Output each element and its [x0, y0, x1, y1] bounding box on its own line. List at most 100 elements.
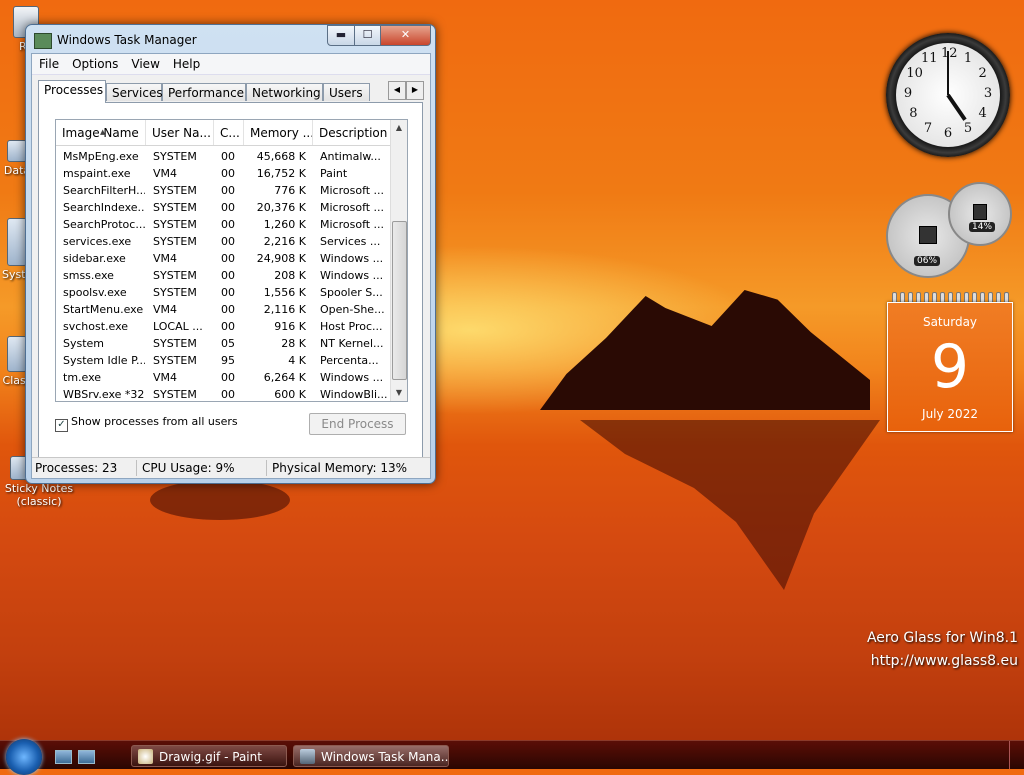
- memory-chip-icon: [973, 204, 987, 220]
- table-row[interactable]: mspaint.exe VM4 00 16,752 K Paint: [56, 165, 390, 182]
- process-name-cell: services.exe: [63, 235, 132, 248]
- scroll-up-arrow[interactable]: ▲: [391, 120, 407, 136]
- clock-numeral: 9: [903, 86, 913, 101]
- process-desc-cell: Paint: [320, 167, 348, 180]
- title-bar[interactable]: Windows Task Manager ▬ ☐ ✕: [26, 25, 435, 53]
- clock-numeral: 7: [923, 120, 933, 136]
- table-row[interactable]: spoolsv.exe SYSTEM 00 1,556 K Spooler S...: [56, 284, 390, 301]
- maximize-button[interactable]: ☐: [354, 25, 381, 46]
- memory-meter-gadget[interactable]: 14%: [948, 182, 1012, 246]
- process-cpu-cell: 00: [221, 167, 235, 180]
- close-button[interactable]: ✕: [380, 25, 431, 46]
- folder-icon: [7, 140, 27, 162]
- start-button[interactable]: [6, 739, 42, 775]
- table-row[interactable]: SearchFilterH... SYSTEM 00 776 K Microsoft .…: [56, 182, 390, 199]
- task-manager-window[interactable]: Windows Task Manager ▬ ☐ ✕ File Options Vi…: [25, 24, 436, 484]
- table-row[interactable]: System SYSTEM 05 28 K NT Kernel...: [56, 335, 390, 352]
- column-memory[interactable]: Memory ...: [244, 120, 313, 145]
- process-user-cell: VM4: [153, 303, 178, 316]
- process-cpu-cell: 95: [221, 354, 235, 367]
- process-name-cell: sidebar.exe: [63, 252, 126, 265]
- menu-bar: File Options View Help: [32, 54, 430, 75]
- column-description[interactable]: Description: [313, 120, 390, 145]
- task-manager-icon: [34, 33, 52, 49]
- table-row[interactable]: svchost.exe LOCAL ... 00 916 K Host Proc...: [56, 318, 390, 335]
- taskbar-item-label: Windows Task Mana...: [321, 750, 449, 764]
- column-cpu[interactable]: C...: [214, 120, 244, 145]
- calendar-weekday: Saturday: [922, 315, 978, 329]
- clock-numeral: 5: [963, 120, 973, 136]
- tab-networking[interactable]: Networking: [246, 83, 323, 101]
- menu-options[interactable]: Options: [65, 54, 124, 71]
- cpu-chip-icon: [919, 226, 937, 244]
- column-user-name[interactable]: User Na...: [146, 120, 214, 145]
- process-user-cell: SYSTEM: [153, 269, 197, 282]
- process-user-cell: SYSTEM: [153, 218, 197, 231]
- task-manager-icon: [300, 749, 315, 764]
- list-scrollbar[interactable]: ▲ ▼: [390, 120, 407, 401]
- show-all-users-option[interactable]: ✓ Show processes from all users: [55, 415, 238, 432]
- process-user-cell: SYSTEM: [153, 184, 197, 197]
- process-cpu-cell: 00: [221, 303, 235, 316]
- system-icon: [7, 218, 27, 266]
- tab-users[interactable]: Users: [323, 83, 370, 101]
- process-list[interactable]: ▲ Image Name User Na... C... Memory ... …: [55, 119, 408, 402]
- process-desc-cell: Percenta...: [320, 354, 379, 367]
- table-row[interactable]: smss.exe SYSTEM 00 208 K Windows ...: [56, 267, 390, 284]
- minimize-button[interactable]: ▬: [327, 25, 355, 46]
- process-name-cell: SearchIndexe...: [63, 201, 145, 214]
- tab-processes[interactable]: Processes: [38, 80, 106, 103]
- process-name-cell: mspaint.exe: [63, 167, 131, 180]
- table-row[interactable]: MsMpEng.exe SYSTEM 00 45,668 K Antimalw...: [56, 148, 390, 165]
- show-all-users-label: Show processes from all users: [71, 415, 238, 428]
- table-row[interactable]: sidebar.exe VM4 00 24,908 K Windows ...: [56, 250, 390, 267]
- process-desc-cell: Windows ...: [320, 371, 384, 384]
- status-cpu: CPU Usage: 9%: [142, 461, 235, 475]
- show-desktop-quicklaunch-icon[interactable]: [55, 750, 72, 764]
- table-row[interactable]: SearchIndexe... SYSTEM 00 20,376 K Microsoft…: [56, 199, 390, 216]
- process-desc-cell: Spooler S...: [320, 286, 383, 299]
- process-desc-cell: Open-She...: [320, 303, 385, 316]
- column-image-name[interactable]: ▲ Image Name: [56, 120, 146, 145]
- table-row[interactable]: WBSrv.exe *32 SYSTEM 00 600 K WindowBli...: [56, 386, 390, 401]
- scrollbar-thumb[interactable]: [392, 221, 407, 380]
- status-memory: Physical Memory: 13%: [272, 461, 408, 475]
- clock-numeral: 6: [943, 126, 953, 141]
- clock-gadget[interactable]: 12 1 2 3 4 5 6 7 8 9 10 11: [886, 33, 1010, 157]
- process-memory-cell: 208 K: [274, 269, 306, 282]
- tab-performance[interactable]: Performance: [162, 83, 246, 101]
- clock-numeral: 11: [921, 51, 938, 67]
- shell-icon: [7, 336, 27, 372]
- end-process-button[interactable]: End Process: [309, 413, 406, 435]
- table-row[interactable]: tm.exe VM4 00 6,264 K Windows ...: [56, 369, 390, 386]
- clock-face: 12 1 2 3 4 5 6 7 8 9 10 11: [896, 43, 1000, 147]
- process-desc-cell: Antimalw...: [320, 150, 381, 163]
- show-desktop-button[interactable]: [1009, 741, 1024, 769]
- table-row[interactable]: services.exe SYSTEM 00 2,216 K Services ...: [56, 233, 390, 250]
- tab-scroll-right-button[interactable]: ▶: [406, 81, 424, 100]
- switch-windows-quicklaunch-icon[interactable]: [78, 750, 95, 764]
- table-row[interactable]: System Idle P... SYSTEM 95 4 K Percenta...: [56, 352, 390, 369]
- process-user-cell: VM4: [153, 167, 178, 180]
- taskbar-item-paint[interactable]: Drawig.gif - Paint: [131, 745, 287, 767]
- tab-services[interactable]: Services: [106, 83, 163, 101]
- sort-up-icon: ▲: [100, 128, 106, 136]
- taskbar-item-task-manager[interactable]: Windows Task Mana...: [293, 745, 449, 767]
- process-cpu-cell: 00: [221, 150, 235, 163]
- show-all-users-checkbox[interactable]: ✓: [55, 419, 68, 432]
- menu-file[interactable]: File: [32, 54, 65, 71]
- process-desc-cell: Windows ...: [320, 269, 384, 282]
- clock-numeral: 4: [978, 106, 987, 121]
- table-row[interactable]: StartMenu.exe VM4 00 2,116 K Open-She...: [56, 301, 390, 318]
- calendar-gadget[interactable]: Saturday 9 July 2022: [887, 302, 1013, 432]
- tab-scroll-left-button[interactable]: ◀: [388, 81, 406, 100]
- table-row[interactable]: SearchProtoc... SYSTEM 00 1,260 K Microsoft …: [56, 216, 390, 233]
- process-memory-cell: 1,556 K: [263, 286, 306, 299]
- paint-icon: [138, 749, 153, 764]
- scroll-down-arrow[interactable]: ▼: [391, 385, 407, 401]
- menu-help[interactable]: Help: [166, 54, 206, 71]
- menu-view[interactable]: View: [124, 54, 165, 71]
- process-desc-cell: NT Kernel...: [320, 337, 384, 350]
- process-user-cell: SYSTEM: [153, 201, 197, 214]
- process-cpu-cell: 00: [221, 388, 235, 401]
